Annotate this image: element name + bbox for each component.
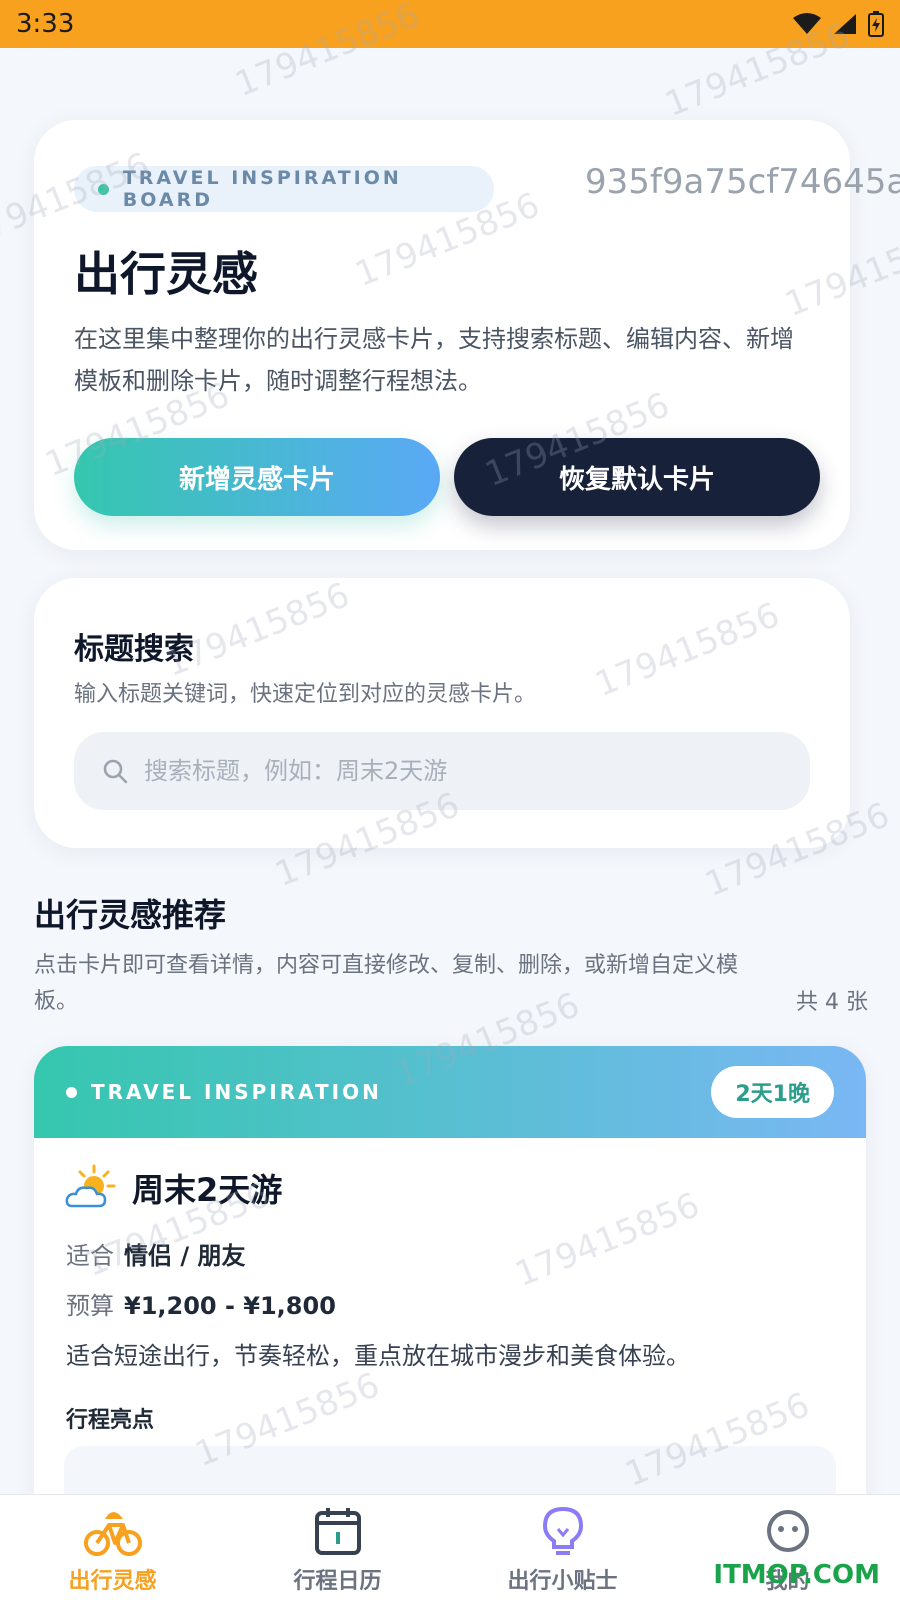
nav-label-inspiration: 出行灵感 xyxy=(68,1569,157,1594)
status-icons xyxy=(792,11,884,37)
battery-icon xyxy=(868,11,884,37)
search-title: 标题搜索 xyxy=(74,632,194,667)
highlight-label: 行程亮点 xyxy=(66,1408,155,1433)
section-title: 出行灵感推荐 xyxy=(34,896,227,934)
trip-card-header: TRAVEL INSPIRATION 2天1晚 xyxy=(34,1046,866,1138)
suitable-value: 情侣 / 朋友 xyxy=(124,1242,246,1270)
trip-description: 适合短途出行，节奏轻松，重点放在城市漫步和美食体验。 xyxy=(66,1342,690,1370)
bicycle-icon xyxy=(83,1512,142,1556)
add-card-button[interactable]: 新增灵感卡片 xyxy=(74,438,440,516)
signal-icon xyxy=(834,14,856,34)
trip-title: 周末2天游 xyxy=(132,1171,283,1209)
nav-item-calendar[interactable]: 行程日历 xyxy=(225,1495,450,1600)
search-box[interactable] xyxy=(74,732,810,810)
search-card: 标题搜索 输入标题关键词，快速定位到对应的灵感卡片。 xyxy=(34,578,850,848)
suitable-row: 适合 情侣 / 朋友 xyxy=(66,1236,245,1271)
hash-watermark: 935f9a75cf74645a xyxy=(585,162,900,202)
nav-item-tips[interactable]: 出行小贴士 xyxy=(450,1495,675,1600)
status-time: 3:33 xyxy=(16,9,75,39)
suitable-label: 适合 xyxy=(66,1242,114,1270)
wifi-icon xyxy=(793,13,821,34)
nav-label-tips: 出行小贴士 xyxy=(507,1569,618,1594)
section-description: 点击卡片即可查看详情，内容可直接修改、复制、删除，或新增自定义模板。 xyxy=(34,953,739,1014)
page-title: 出行灵感 xyxy=(74,247,258,301)
status-bar: 3:33 xyxy=(0,0,900,48)
calendar-icon xyxy=(314,1508,361,1555)
search-description: 输入标题关键词，快速定位到对应的灵感卡片。 xyxy=(74,682,537,707)
budget-label: 预算 xyxy=(66,1292,114,1320)
reset-cards-button[interactable]: 恢复默认卡片 xyxy=(454,438,820,516)
trip-header-label: TRAVEL INSPIRATION xyxy=(91,1080,382,1104)
trip-card[interactable]: TRAVEL INSPIRATION 2天1晚 周末2天游 适合 情侣 / 朋友 … xyxy=(34,1046,866,1506)
duration-badge: 2天1晚 xyxy=(711,1066,834,1118)
header-dot xyxy=(66,1086,77,1098)
search-icon xyxy=(103,759,128,784)
budget-row: 预算 ¥1,200 - ¥1,800 xyxy=(66,1286,336,1321)
search-input[interactable] xyxy=(144,757,744,785)
sun-cloud-icon xyxy=(65,1164,116,1208)
site-watermark: ITMOP.COM xyxy=(713,1560,880,1590)
budget-value: ¥1,200 - ¥1,800 xyxy=(124,1292,336,1320)
board-badge: TRAVEL INSPIRATION BOARD xyxy=(74,166,494,212)
nav-label-calendar: 行程日历 xyxy=(293,1569,382,1594)
smiley-icon xyxy=(766,1510,809,1552)
hero-description: 在这里集中整理你的出行灵感卡片，支持搜索标题、编辑内容、新增模板和删除卡片，随时… xyxy=(74,325,794,395)
nav-item-inspiration[interactable]: 出行灵感 xyxy=(0,1495,225,1600)
card-count: 共 4 张 xyxy=(796,990,868,1015)
board-badge-label: TRAVEL INSPIRATION BOARD xyxy=(122,167,402,211)
lightbulb-icon xyxy=(542,1506,583,1555)
badge-dot xyxy=(98,183,109,195)
